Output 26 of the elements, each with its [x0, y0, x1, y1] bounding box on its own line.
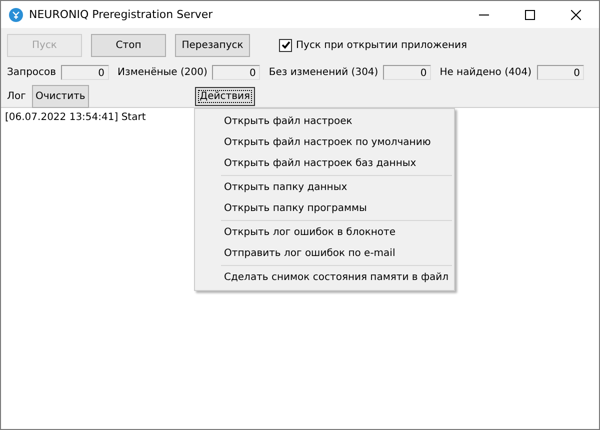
- actions-button[interactable]: Действия: [194, 86, 255, 106]
- window-title: NEURONIQ Preregistration Server: [29, 8, 213, 21]
- toolbar-button[interactable]: Стоп: [91, 34, 166, 56]
- log-label: Лог: [7, 90, 26, 102]
- log-line: [06.07.2022 13:54:41] Start: [5, 112, 146, 123]
- menu-item[interactable]: Открыть папку программы: [195, 198, 454, 219]
- checkbox-label: Пуск при открытии приложения: [296, 40, 468, 50]
- counter-label: Запросов: [7, 66, 56, 78]
- menu-item[interactable]: Открыть лог ошибок в блокноте: [195, 222, 454, 243]
- menu-item[interactable]: Открыть файл настроек баз данных: [195, 153, 454, 174]
- counter-label: Не найдено (404): [440, 66, 532, 78]
- counter-label: Изменёные (200): [118, 66, 208, 78]
- counter-field: 0: [536, 64, 584, 80]
- counter-field: 0: [383, 64, 431, 80]
- counter-field: 0: [212, 64, 260, 80]
- menu-item[interactable]: Открыть файл настроек по умолчанию: [195, 132, 454, 153]
- counter-label: Без изменений (304): [268, 66, 378, 78]
- menu-item[interactable]: Открыть файл настроек: [195, 111, 454, 132]
- clear-button[interactable]: Очистить: [32, 84, 89, 108]
- menu-item[interactable]: Сделать снимок состояния памяти в файл: [195, 267, 454, 288]
- menu-item[interactable]: Отправить лог ошибок по e-mail: [195, 243, 454, 264]
- checkbox[interactable]: [279, 38, 292, 52]
- menu-item[interactable]: Открыть папку данных: [195, 177, 454, 198]
- toolbar-button[interactable]: Перезапуск: [175, 34, 250, 56]
- app-icon: [9, 8, 23, 22]
- counter-field: 0: [61, 64, 109, 80]
